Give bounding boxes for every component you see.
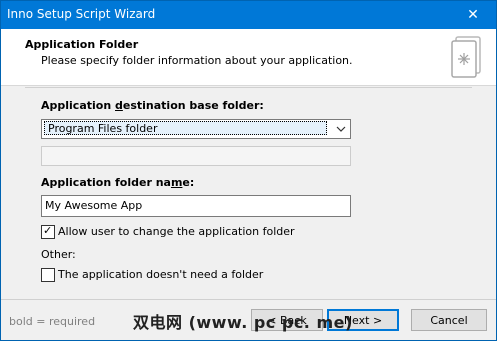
base-folder-label: Application destination base folder:	[41, 99, 264, 112]
folder-name-label: Application folder name:	[41, 176, 195, 189]
cancel-button[interactable]: Cancel	[411, 309, 487, 331]
close-button[interactable]: ✕	[450, 1, 496, 29]
required-hint: bold = required	[9, 315, 96, 328]
page-subtitle: Please specify folder information about …	[41, 54, 353, 67]
page-title: Application Folder	[25, 38, 139, 51]
watermark: 双电网 (www. pc pc. me)	[133, 313, 353, 332]
base-folder-select[interactable]: Program Files folder	[41, 119, 351, 139]
form-area: Application destination base folder: Pro…	[25, 88, 472, 293]
wizard-book-icon	[451, 36, 481, 78]
folder-name-input[interactable]: My Awesome App	[41, 195, 351, 217]
footer-divider	[1, 299, 496, 300]
custom-folder-input	[41, 146, 351, 166]
no-folder-label: The application doesn't need a folder	[58, 268, 264, 281]
wizard-window: Inno Setup Script Wizard ✕ Application F…	[0, 0, 497, 341]
wizard-header: Application Folder Please specify folder…	[1, 29, 496, 86]
base-folder-selected-value: Program Files folder	[44, 121, 327, 135]
checkmark-icon: ✓	[43, 224, 53, 237]
folder-name-value: My Awesome App	[45, 199, 143, 212]
other-label: Other:	[41, 248, 76, 261]
allow-change-checkbox[interactable]: ✓	[41, 224, 55, 239]
window-title: Inno Setup Script Wizard	[7, 7, 156, 21]
title-bar[interactable]: Inno Setup Script Wizard ✕	[1, 1, 496, 29]
close-icon: ✕	[467, 7, 479, 23]
no-folder-checkbox[interactable]	[41, 268, 55, 282]
allow-change-label: Allow user to change the application fol…	[58, 225, 295, 238]
chevron-down-icon	[336, 126, 346, 132]
